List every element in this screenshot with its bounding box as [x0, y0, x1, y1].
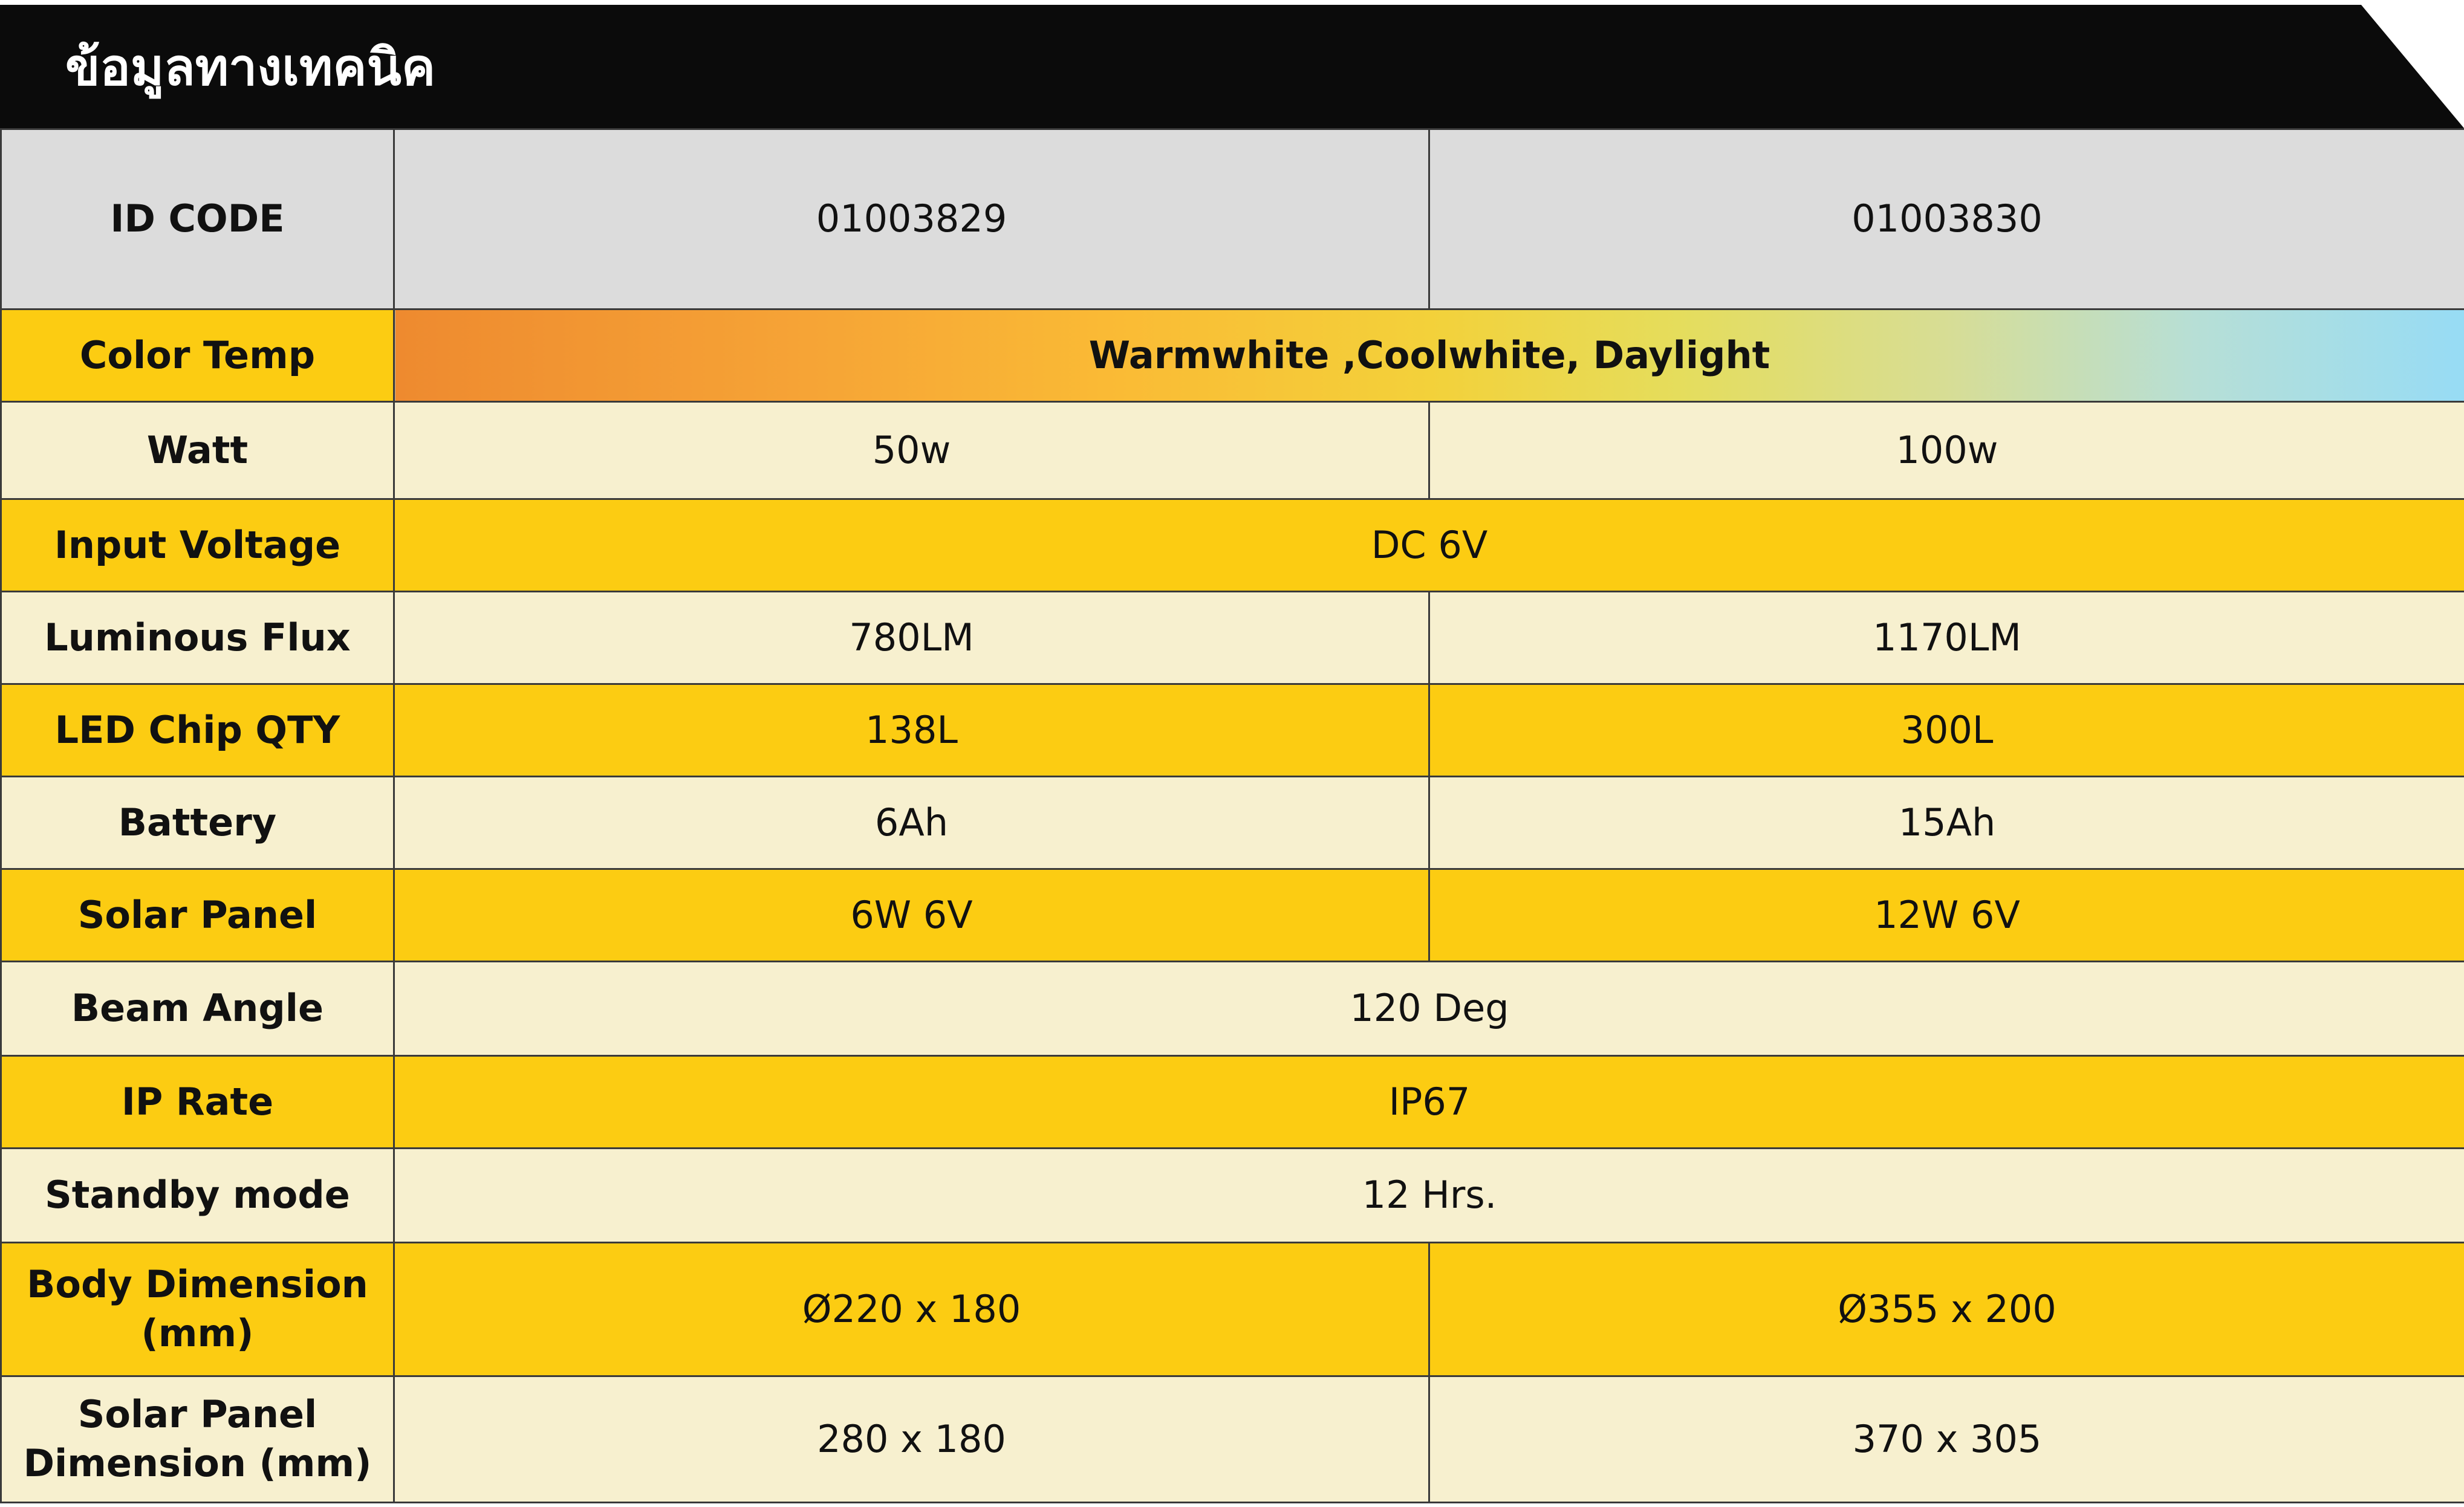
row-label-line: Dimension (mm) — [23, 1441, 372, 1485]
row-label: Standby mode — [0, 1147, 395, 1243]
model-2-solar-panel-dimension: 370 x 305 — [1428, 1375, 2464, 1503]
model-2-watt: 100w — [1428, 401, 2464, 500]
standby-mode-value: 12 Hrs. — [393, 1147, 2464, 1243]
row-label: Beam Angle — [0, 961, 395, 1057]
row-label-line: Body Dimension — [27, 1262, 368, 1307]
beam-angle-value: 120 Deg — [393, 961, 2464, 1057]
spec-table: ID CODE 01003829 01003830 Color Temp War… — [0, 128, 2464, 1503]
row-label: Solar Panel — [0, 868, 395, 962]
table-row-led-chip-qty: LED Chip QTY 138L 300L — [0, 683, 2464, 777]
row-label: Body Dimension (mm) — [0, 1242, 395, 1377]
model-2-body-dimension: Ø355 x 200 — [1428, 1242, 2464, 1377]
model-1-id-code: 01003829 — [393, 128, 1430, 310]
row-label-line: Solar Panel — [77, 1392, 317, 1437]
table-row-watt: Watt 50w 100w — [0, 401, 2464, 500]
model-2-battery: 15Ah — [1428, 776, 2464, 870]
model-1-solar-panel: 6W 6V — [393, 868, 1430, 962]
model-2-id-code: 01003830 — [1428, 128, 2464, 310]
row-label: LED Chip QTY — [0, 683, 395, 777]
table-row-ip-rate: IP Rate IP67 — [0, 1055, 2464, 1149]
input-voltage-value: DC 6V — [393, 498, 2464, 592]
color-temp-value: Warmwhite ,Coolwhite, Daylight — [393, 308, 2464, 403]
row-label-line: (mm) — [141, 1311, 254, 1355]
row-label: Battery — [0, 776, 395, 870]
model-1-led-chip-qty: 138L — [393, 683, 1430, 777]
table-row-color-temp: Color Temp Warmwhite ,Coolwhite, Dayligh… — [0, 308, 2464, 403]
model-1-body-dimension: Ø220 x 180 — [393, 1242, 1430, 1377]
header-bar: ข้อมูลทางเทคนิค — [0, 5, 2464, 128]
model-2-led-chip-qty: 300L — [1428, 683, 2464, 777]
row-label: Solar Panel Dimension (mm) — [0, 1375, 395, 1503]
model-1-watt: 50w — [393, 401, 1430, 500]
row-label: IP Rate — [0, 1055, 395, 1149]
table-row-luminous-flux: Luminous Flux 780LM 1170LM — [0, 591, 2464, 685]
model-2-solar-panel: 12W 6V — [1428, 868, 2464, 962]
row-label: Input Voltage — [0, 498, 395, 592]
table-row-id-code: ID CODE 01003829 01003830 — [0, 128, 2464, 310]
row-label: Luminous Flux — [0, 591, 395, 685]
row-label: ID CODE — [0, 128, 395, 310]
table-row-battery: Battery 6Ah 15Ah — [0, 776, 2464, 870]
model-1-solar-panel-dimension: 280 x 180 — [393, 1375, 1430, 1503]
table-row-beam-angle: Beam Angle 120 Deg — [0, 961, 2464, 1057]
table-row-solar-panel: Solar Panel 6W 6V 12W 6V — [0, 868, 2464, 962]
model-2-luminous-flux: 1170LM — [1428, 591, 2464, 685]
table-row-standby-mode: Standby mode 12 Hrs. — [0, 1147, 2464, 1243]
row-label: Watt — [0, 401, 395, 500]
page-title: ข้อมูลทางเทคนิค — [65, 37, 436, 97]
table-row-body-dimension: Body Dimension (mm) Ø220 x 180 Ø355 x 20… — [0, 1242, 2464, 1377]
model-1-luminous-flux: 780LM — [393, 591, 1430, 685]
table-row-input-voltage: Input Voltage DC 6V — [0, 498, 2464, 592]
ip-rate-value: IP67 — [393, 1055, 2464, 1149]
table-row-solar-panel-dimension: Solar Panel Dimension (mm) 280 x 180 370… — [0, 1375, 2464, 1503]
model-1-battery: 6Ah — [393, 776, 1430, 870]
row-label: Color Temp — [0, 308, 395, 403]
